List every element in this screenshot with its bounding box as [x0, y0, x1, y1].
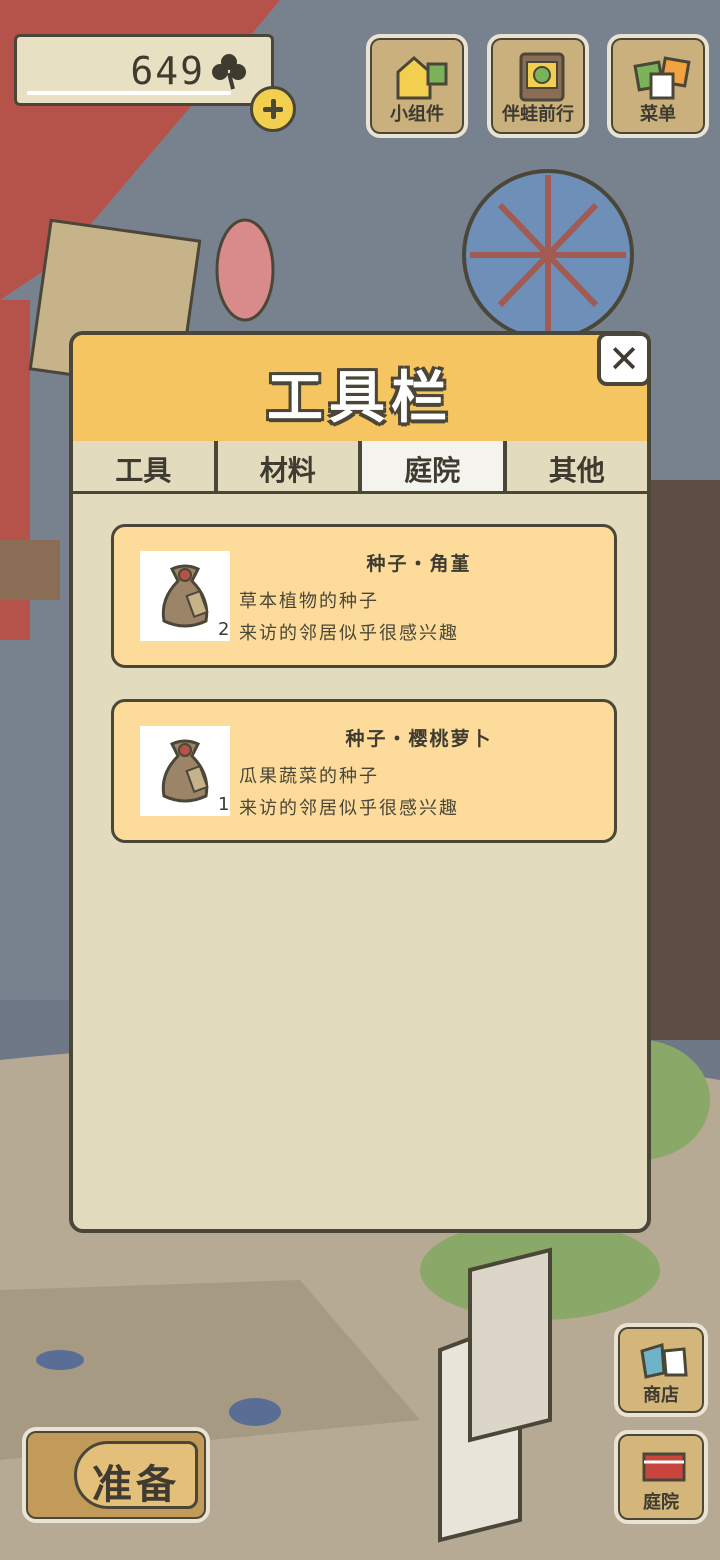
widget-icon: [396, 56, 448, 100]
add-clover-button[interactable]: [250, 86, 296, 132]
toolbar-dialog: 工具栏 工具 材料 庭院 其他 2 种子・角堇 草本植物的种子 来访的邻居似乎很…: [69, 331, 651, 1233]
yard-label: 庭院: [643, 1492, 679, 1513]
dialog-title: 工具栏: [267, 366, 453, 431]
item-name: 种子・樱桃萝卜: [345, 728, 493, 750]
list-item[interactable]: 1 种子・樱桃萝卜 瓜果蔬菜的种子 来访的邻居似乎很感兴趣: [111, 699, 617, 843]
clover-counter: 649: [14, 34, 274, 106]
tab-other[interactable]: 其他: [506, 441, 647, 491]
tab-tools-label: 工具: [115, 454, 172, 487]
seed-bag-icon: [161, 739, 209, 803]
prepare-inner: 准备: [74, 1441, 198, 1509]
item-thumbnail: [140, 726, 230, 816]
clover-count: 649: [130, 49, 205, 93]
item-thumbnail: [140, 551, 230, 641]
tab-bar: 工具 材料 庭院 其他: [73, 441, 647, 494]
item-description: 来访的邻居似乎很感兴趣: [239, 623, 459, 644]
seed-bag-icon: [161, 564, 209, 628]
tab-materials-label: 材料: [259, 454, 316, 487]
menu-label: 菜单: [640, 104, 676, 125]
item-name: 种子・角堇: [366, 553, 472, 575]
close-button[interactable]: ✕: [597, 332, 651, 386]
item-description: 来访的邻居似乎很感兴趣: [239, 798, 459, 819]
tab-tools[interactable]: 工具: [73, 441, 214, 491]
tab-yard-label: 庭院: [404, 454, 461, 487]
tab-yard[interactable]: 庭院: [362, 441, 503, 491]
prepare-label: 准备: [92, 1462, 180, 1508]
item-description: 瓜果蔬菜的种子: [239, 766, 379, 787]
yard-button[interactable]: 庭院: [614, 1430, 708, 1524]
item-description: 草本植物的种子: [239, 591, 379, 612]
tab-other-label: 其他: [548, 454, 605, 487]
menu-button[interactable]: 菜单: [607, 34, 709, 138]
frog-journey-label: 伴蛙前行: [502, 104, 574, 125]
menu-icon: [633, 56, 691, 100]
tab-materials[interactable]: 材料: [217, 441, 358, 491]
item-count: 1: [218, 794, 230, 815]
item-count: 2: [218, 619, 230, 640]
widget-button[interactable]: 小组件: [366, 34, 468, 138]
counter-underline: [27, 91, 231, 95]
shop-label: 商店: [643, 1385, 679, 1406]
frog-journey-icon: [519, 52, 565, 102]
close-icon: ✕: [608, 337, 640, 381]
dialog-header: 工具栏: [73, 335, 647, 444]
clover-icon: [212, 54, 246, 90]
prepare-button[interactable]: 准备: [22, 1427, 210, 1523]
widget-label: 小组件: [390, 104, 444, 125]
list-item[interactable]: 2 种子・角堇 草本植物的种子 来访的邻居似乎很感兴趣: [111, 524, 617, 668]
shop-bag-icon: [640, 1343, 688, 1379]
frog-journey-button[interactable]: 伴蛙前行: [487, 34, 589, 138]
yard-icon: [642, 1452, 686, 1482]
shop-button[interactable]: 商店: [614, 1323, 708, 1417]
